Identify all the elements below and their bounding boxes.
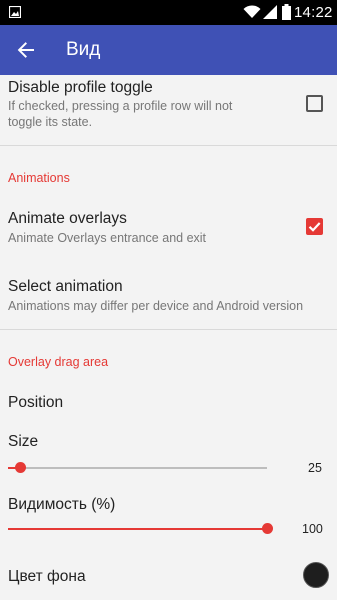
wifi-icon [243, 5, 261, 18]
check-icon [308, 222, 321, 232]
pref-title: Disable profile toggle [8, 79, 153, 96]
pref-title: Цвет фона [8, 568, 86, 585]
pref-select-animation[interactable]: Select animation Animations may differ p… [0, 270, 337, 325]
status-bar: 14:22 [0, 0, 337, 25]
animate-overlays-checkbox[interactable] [306, 218, 323, 235]
divider [0, 145, 337, 146]
pref-summary-line1: If checked, pressing a profile row will … [8, 99, 233, 113]
pref-size: Size [0, 427, 337, 482]
size-seekbar-track[interactable] [8, 467, 267, 469]
size-value: 25 [308, 461, 322, 475]
color-swatch[interactable] [303, 562, 329, 588]
pref-background-color[interactable]: Цвет фона [0, 555, 337, 600]
battery-icon [282, 4, 291, 20]
pref-animate-overlays[interactable]: Animate overlays Animate Overlays entran… [0, 200, 337, 255]
pref-disable-profile-toggle[interactable]: Disable profile toggle If checked, press… [0, 75, 337, 145]
pref-position[interactable]: Position [0, 385, 337, 421]
pref-summary: Animations may differ per device and And… [8, 299, 304, 313]
pref-summary-line2: toggle its state. [8, 115, 93, 129]
pref-title: Animate overlays [8, 210, 127, 227]
page-title: Вид [66, 39, 101, 60]
pref-summary: Animate Overlays entrance and exit [8, 231, 207, 245]
pref-title: Size [8, 433, 39, 450]
visibility-value: 100 [302, 522, 323, 536]
pref-title: Видимость (%) [8, 496, 116, 513]
arrow-back-icon [17, 42, 34, 58]
app-bar: Вид [0, 25, 337, 75]
pref-title: Select animation [8, 278, 123, 295]
disable-profile-toggle-checkbox[interactable] [306, 95, 323, 112]
divider [0, 329, 337, 330]
image-notification-icon [9, 6, 21, 18]
signal-icon [263, 5, 277, 19]
section-header-overlay-drag-area: Overlay drag area [8, 355, 109, 369]
visibility-seekbar-thumb[interactable] [261, 523, 273, 534]
back-button[interactable] [14, 38, 38, 62]
visibility-seekbar-fill [8, 528, 267, 530]
pref-title: Position [8, 394, 64, 411]
section-header-animations: Animations [8, 171, 70, 185]
pref-visibility: Видимость (%) [0, 488, 337, 543]
preferences-list: Disable profile toggle If checked, press… [0, 75, 337, 600]
status-clock: 14:22 [294, 4, 333, 21]
